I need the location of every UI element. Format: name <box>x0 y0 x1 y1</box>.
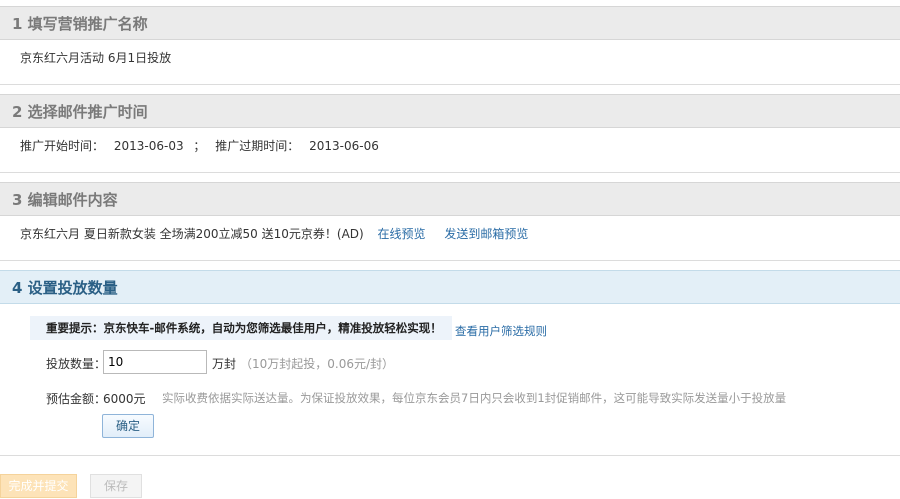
email-subject: 京东红六月 夏日新款女装 全场满200立减50 送10元京券！(AD) <box>20 227 364 241</box>
online-preview-link[interactable]: 在线预览 <box>378 227 426 241</box>
divider <box>0 455 900 456</box>
section-campaign-name: 1 填写营销推广名称 京东红六月活动 6月1日投放 <box>0 6 900 85</box>
start-time-label: 推广开始时间： <box>20 139 105 153</box>
section-title: 2 选择邮件推广时间 <box>0 94 900 128</box>
section-title: 4 设置投放数量 <box>0 270 900 304</box>
save-button[interactable]: 保存 <box>90 474 142 498</box>
campaign-name-value: 京东红六月活动 6月1日投放 <box>0 40 900 85</box>
view-rules-link[interactable]: 查看用户筛选规则 <box>455 323 547 339</box>
section-email-content: 3 编辑邮件内容 京东红六月 夏日新款女装 全场满200立减50 送10元京券！… <box>0 182 900 261</box>
section-title: 1 填写营销推广名称 <box>0 6 900 40</box>
time-separator: ； <box>193 139 206 153</box>
quantity-input[interactable] <box>103 350 207 374</box>
amount-note: 实际收费依据实际送达量。为保证投放效果，每位京东会员7日内只会收到1封促销邮件，… <box>162 391 787 405</box>
confirm-button[interactable]: 确定 <box>102 414 154 438</box>
submit-button[interactable]: 完成并提交 <box>0 474 77 498</box>
end-time-label: 推广过期时间： <box>215 139 300 153</box>
amount-label: 预估金额： <box>46 392 107 406</box>
section-delivery-quantity: 4 设置投放数量 重要提示：京东快车-邮件系统，自动为您筛选最佳用户，精准投放轻… <box>0 270 900 456</box>
section-promo-time: 2 选择邮件推广时间 推广开始时间： 2013-06-03 ； 推广过期时间： … <box>0 94 900 173</box>
start-time-value: 2013-06-03 <box>113 139 184 153</box>
quantity-label: 投放数量： <box>46 357 107 371</box>
amount-value: 6000元 <box>103 392 146 406</box>
quantity-hint: （10万封起投，0.06元/封） <box>240 357 395 371</box>
important-notice: 重要提示：京东快车-邮件系统，自动为您筛选最佳用户，精准投放轻松实现！ <box>30 316 452 340</box>
quantity-unit-group: 万封 （10万封起投，0.06元/封） <box>212 355 394 372</box>
promo-time-row: 推广开始时间： 2013-06-03 ； 推广过期时间： 2013-06-06 <box>0 128 900 173</box>
email-content-row: 京东红六月 夏日新款女装 全场满200立减50 送10元京券！(AD) 在线预览… <box>0 216 900 261</box>
quantity-unit: 万封 <box>212 357 237 371</box>
send-preview-link[interactable]: 发送到邮箱预览 <box>444 227 528 241</box>
end-time-value: 2013-06-06 <box>309 139 379 153</box>
section-title: 3 编辑邮件内容 <box>0 182 900 216</box>
